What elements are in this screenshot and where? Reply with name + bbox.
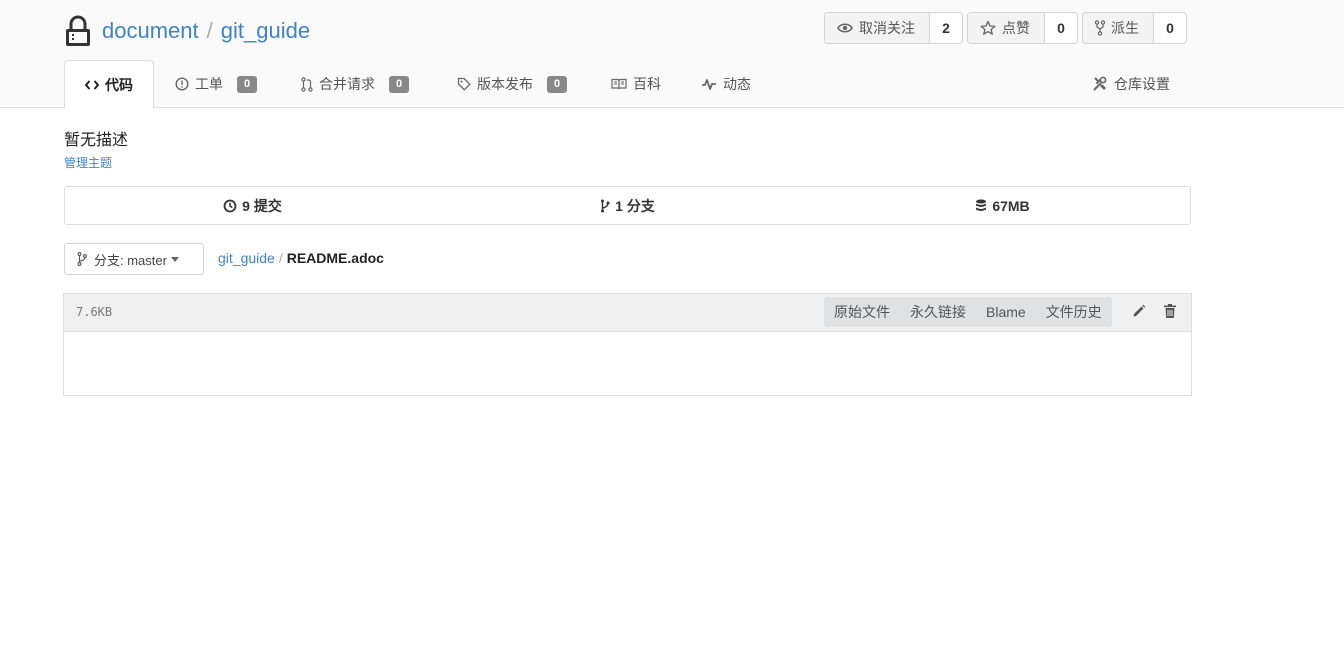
issues-count-badge: 0 — [237, 75, 258, 93]
fork-button-group: 派生 0 — [1082, 12, 1187, 44]
fork-icon — [1095, 20, 1105, 36]
tools-icon — [1093, 76, 1107, 91]
unwatch-button[interactable]: 取消关注 — [825, 13, 930, 43]
tab-activity[interactable]: 动态 — [701, 60, 751, 108]
lock-icon — [64, 15, 92, 47]
tab-pull-requests-label: 合并请求 — [319, 76, 375, 92]
pulse-icon — [702, 79, 716, 90]
watchers-count[interactable]: 2 — [930, 13, 962, 43]
permalink-button[interactable]: 永久链接 — [900, 297, 976, 327]
tab-releases[interactable]: 版本发布 0 — [457, 60, 568, 108]
breadcrumb-current-file: README.adoc — [286, 250, 384, 266]
file-header: 7.6KB 原始文件 永久链接 Blame 文件历史 — [64, 294, 1191, 332]
file-history-button[interactable]: 文件历史 — [1036, 297, 1112, 327]
forks-count[interactable]: 0 — [1154, 13, 1186, 43]
database-icon — [976, 199, 987, 211]
repo-size: 67MB — [992, 197, 1030, 214]
repo-tabs: 代码 工单 0 合并请求 0 版本发布 0 百科 动态 仓库设置 — [64, 60, 1344, 109]
tab-settings[interactable]: 仓库设置 — [1092, 60, 1170, 108]
repo-header: document / git_guide 取消关注 2 点赞 0 派生 0 代码… — [0, 0, 1344, 109]
file-size: 7.6KB — [76, 305, 113, 319]
manage-topics-link[interactable]: 管理主题 — [64, 154, 112, 171]
star-icon — [980, 20, 996, 35]
tab-issues-label: 工单 — [195, 76, 223, 92]
file-tools — [1131, 303, 1177, 322]
caret-down-icon — [170, 256, 179, 262]
repo-description: 暂无描述 — [64, 132, 129, 149]
star-button-group: 点赞 0 — [967, 12, 1078, 44]
branch-dropdown[interactable]: 分支: master — [64, 243, 204, 275]
trash-icon[interactable] — [1163, 303, 1177, 322]
repo-title: document / git_guide — [64, 14, 310, 48]
tab-wiki-label: 百科 — [633, 76, 661, 92]
file-action-buttons: 原始文件 永久链接 Blame 文件历史 — [824, 297, 1112, 327]
tab-code-label: 代码 — [105, 76, 133, 93]
breadcrumb: git_guide / README.adoc — [218, 250, 384, 266]
repo-owner-link[interactable]: document — [102, 18, 199, 44]
tab-issues[interactable]: 工单 0 — [175, 60, 258, 108]
size-stat: 67MB — [815, 187, 1190, 224]
tab-code[interactable]: 代码 — [64, 60, 154, 109]
pull-request-icon — [301, 76, 313, 92]
tab-pull-requests[interactable]: 合并请求 0 — [301, 60, 410, 108]
issue-icon — [175, 77, 189, 91]
tab-wiki[interactable]: 百科 — [611, 60, 661, 108]
branches-stat[interactable]: 1 分支 — [440, 187, 815, 224]
book-icon — [611, 78, 627, 90]
branches-count: 1 分支 — [615, 197, 655, 214]
branch-icon — [601, 199, 610, 212]
repo-action-buttons: 取消关注 2 点赞 0 派生 0 — [824, 12, 1187, 44]
commits-count: 9 提交 — [242, 197, 282, 214]
commits-stat[interactable]: 9 提交 — [65, 187, 440, 224]
tab-releases-label: 版本发布 — [477, 76, 533, 92]
breadcrumb-repo-link[interactable]: git_guide — [218, 250, 275, 266]
history-icon — [223, 199, 237, 212]
star-label: 点赞 — [1002, 20, 1030, 36]
tag-icon — [457, 77, 471, 91]
pull-requests-count-badge: 0 — [389, 75, 410, 93]
tab-settings-label: 仓库设置 — [1114, 76, 1170, 92]
raw-file-button[interactable]: 原始文件 — [824, 297, 900, 327]
unwatch-label: 取消关注 — [859, 20, 915, 36]
blame-button[interactable]: Blame — [976, 297, 1036, 327]
repo-name-link[interactable]: git_guide — [221, 18, 310, 44]
fork-label: 派生 — [1111, 20, 1139, 36]
releases-count-badge: 0 — [547, 75, 568, 93]
repo-stats-bar: 9 提交 1 分支 67MB — [64, 186, 1191, 225]
fork-button[interactable]: 派生 — [1083, 13, 1154, 43]
tab-activity-label: 动态 — [723, 76, 751, 92]
repo-title-separator: / — [206, 18, 213, 43]
pencil-icon[interactable] — [1131, 303, 1147, 322]
code-icon — [85, 79, 99, 90]
file-viewer: 7.6KB 原始文件 永久链接 Blame 文件历史 — [63, 293, 1192, 396]
stars-count[interactable]: 0 — [1045, 13, 1077, 43]
eye-icon — [837, 23, 853, 33]
branch-icon — [77, 252, 87, 266]
star-button[interactable]: 点赞 — [968, 13, 1045, 43]
branch-dropdown-label: 分支: master — [94, 252, 167, 268]
unwatch-button-group: 取消关注 2 — [824, 12, 963, 44]
breadcrumb-separator: / — [278, 250, 283, 266]
